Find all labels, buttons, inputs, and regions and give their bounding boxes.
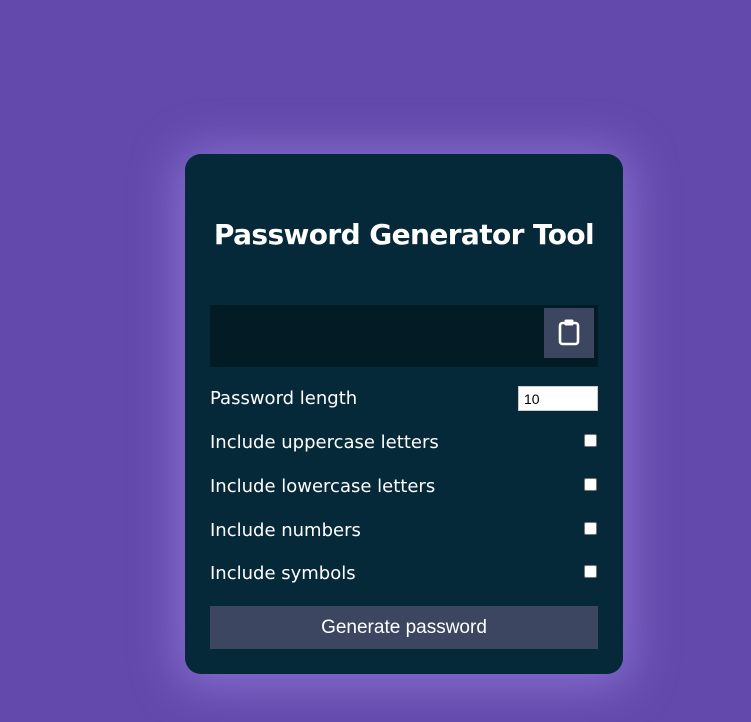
page-title: Password Generator Tool bbox=[213, 218, 595, 251]
uppercase-label: Include uppercase letters bbox=[210, 432, 439, 453]
lowercase-row: Include lowercase letters bbox=[210, 474, 598, 502]
generate-password-button[interactable]: Generate password bbox=[210, 606, 598, 649]
uppercase-row: Include uppercase letters bbox=[210, 430, 598, 458]
length-label: Password length bbox=[210, 388, 358, 409]
lowercase-label: Include lowercase letters bbox=[210, 476, 436, 497]
symbols-label: Include symbols bbox=[210, 563, 356, 584]
copy-to-clipboard-button[interactable] bbox=[544, 308, 594, 358]
numbers-label: Include numbers bbox=[210, 520, 361, 541]
symbols-checkbox[interactable] bbox=[584, 565, 597, 578]
symbols-row: Include symbols bbox=[210, 561, 598, 589]
clipboard-icon bbox=[558, 318, 580, 349]
length-row: Password length bbox=[210, 386, 598, 414]
numbers-row: Include numbers bbox=[210, 518, 598, 546]
uppercase-checkbox[interactable] bbox=[584, 434, 597, 447]
password-result-display bbox=[210, 305, 598, 367]
length-input[interactable] bbox=[518, 386, 598, 411]
password-generator-card: Password Generator Tool Password length … bbox=[185, 154, 623, 674]
numbers-checkbox[interactable] bbox=[584, 522, 597, 535]
lowercase-checkbox[interactable] bbox=[584, 478, 597, 491]
